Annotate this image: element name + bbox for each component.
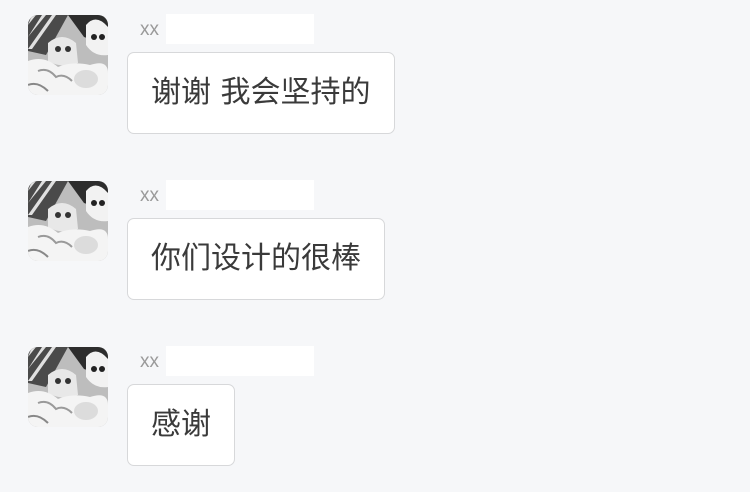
message-bubble[interactable]: 感谢 [127,384,235,466]
message-bubble[interactable]: 你们设计的很棒 [127,218,385,300]
sender-name-redaction [166,180,314,210]
sender-name: xx [140,351,159,372]
sender-name: xx [140,185,159,206]
chat-message: xx 谢谢 我会坚持的 [0,0,750,160]
avatar[interactable] [28,347,108,427]
sender-name-redaction [166,14,314,44]
sender-name: xx [140,19,159,40]
sender-name-redaction [166,346,314,376]
message-bubble[interactable]: 谢谢 我会坚持的 [127,52,395,134]
avatar[interactable] [28,181,108,261]
chat-message: xx 感谢 [0,332,750,492]
chat-message: xx 你们设计的很棒 [0,166,750,326]
avatar[interactable] [28,15,108,95]
